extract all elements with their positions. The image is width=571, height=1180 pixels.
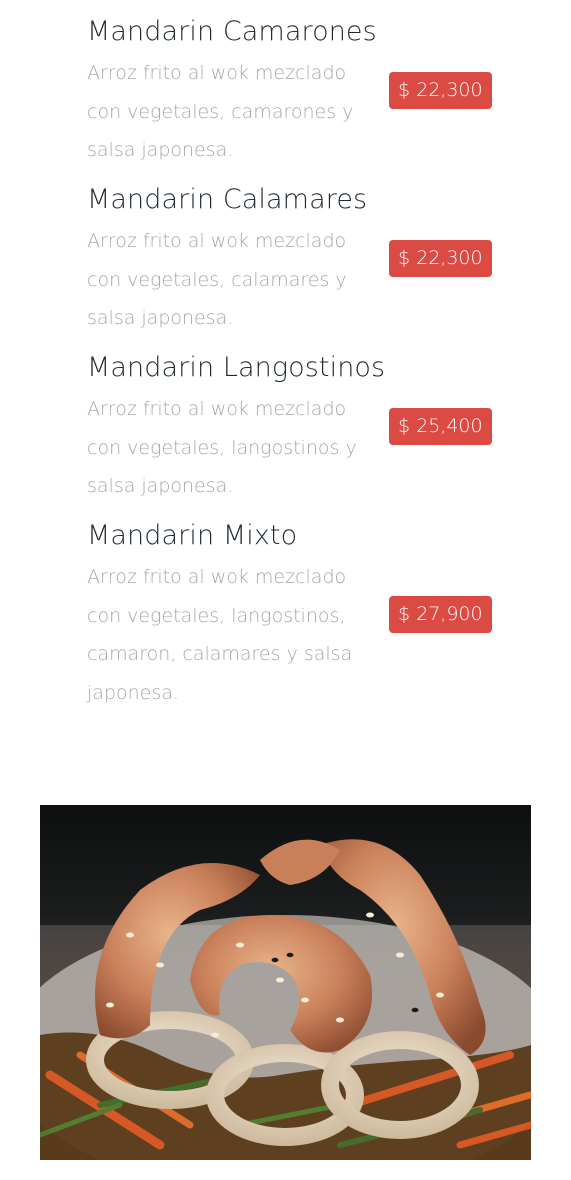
item-name: Mandarin Langostinos xyxy=(87,352,386,383)
item-description: Arroz frito al wok mezclado con vegetale… xyxy=(87,62,354,161)
menu-item-langostinos: Mandarin Langostinos Arroz frito al wok … xyxy=(87,352,507,506)
item-description: Arroz frito al wok mezclado con vegetale… xyxy=(87,566,353,704)
menu-item-camarones: Mandarin Camarones Arroz frito al wok me… xyxy=(87,16,507,170)
item-description: Arroz frito al wok mezclado con vegetale… xyxy=(87,230,347,329)
item-name: Mandarin Calamares xyxy=(87,184,368,215)
price-badge: $ 22,300 xyxy=(389,72,492,109)
item-name: Mandarin Mixto xyxy=(87,520,298,551)
price-badge: $ 22,300 xyxy=(389,240,492,277)
item-description: Arroz frito al wok mezclado con vegetale… xyxy=(87,398,357,497)
dish-photo xyxy=(40,805,531,1160)
item-name: Mandarin Camarones xyxy=(87,16,377,47)
menu-item-mixto: Mandarin Mixto Arroz frito al wok mezcla… xyxy=(87,520,507,712)
price-badge: $ 25,400 xyxy=(389,408,492,445)
price-badge: $ 27,900 xyxy=(389,596,492,633)
menu-item-calamares: Mandarin Calamares Arroz frito al wok me… xyxy=(87,184,507,338)
